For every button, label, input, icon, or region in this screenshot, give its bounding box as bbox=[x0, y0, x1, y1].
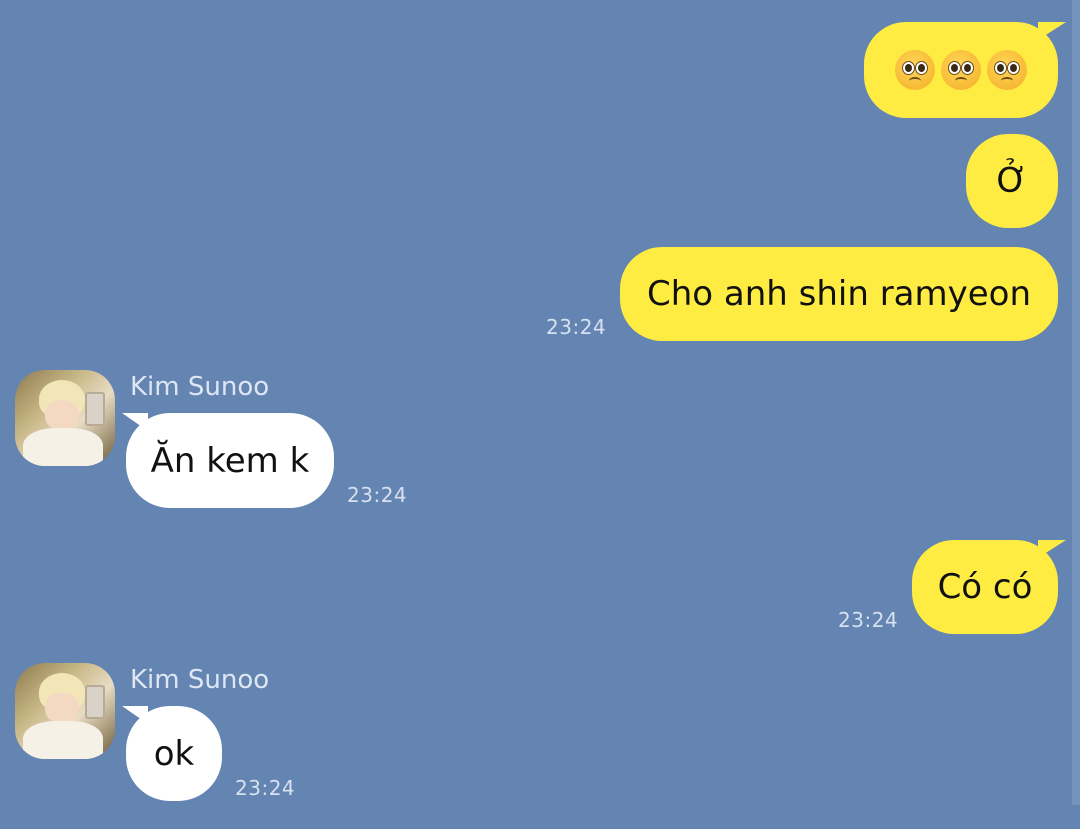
outgoing-message-bubble[interactable]: Ở bbox=[966, 134, 1058, 228]
incoming-message-bubble[interactable]: Ăn kem k bbox=[126, 413, 334, 508]
chat-scroll-edge bbox=[1072, 0, 1080, 805]
message-text: Ở bbox=[996, 161, 1028, 201]
bubble-tail bbox=[1038, 540, 1066, 558]
sender-name: Kim Sunoo bbox=[130, 372, 270, 402]
message-text: Ăn kem k bbox=[150, 440, 310, 481]
outgoing-message-bubble[interactable]: Cho anh shin ramyeon bbox=[620, 247, 1058, 341]
pleading-face-icon bbox=[941, 50, 981, 90]
message-timestamp: 23:24 bbox=[347, 483, 408, 507]
pleading-face-icon bbox=[987, 50, 1027, 90]
message-timestamp: 23:24 bbox=[235, 776, 296, 800]
sender-name: Kim Sunoo bbox=[130, 665, 270, 695]
message-timestamp: 23:24 bbox=[546, 315, 607, 339]
pleading-face-icon bbox=[895, 50, 935, 90]
sender-avatar[interactable] bbox=[15, 370, 115, 466]
sender-avatar[interactable] bbox=[15, 663, 115, 759]
message-text: ok bbox=[153, 733, 195, 774]
bubble-tail bbox=[1038, 22, 1066, 40]
message-text: Cho anh shin ramyeon bbox=[646, 274, 1032, 314]
incoming-message-bubble[interactable]: ok bbox=[126, 706, 222, 801]
message-text: Có có bbox=[937, 567, 1033, 607]
outgoing-message-bubble[interactable] bbox=[864, 22, 1058, 118]
outgoing-message-bubble[interactable]: Có có bbox=[912, 540, 1058, 634]
message-timestamp: 23:24 bbox=[838, 608, 899, 632]
